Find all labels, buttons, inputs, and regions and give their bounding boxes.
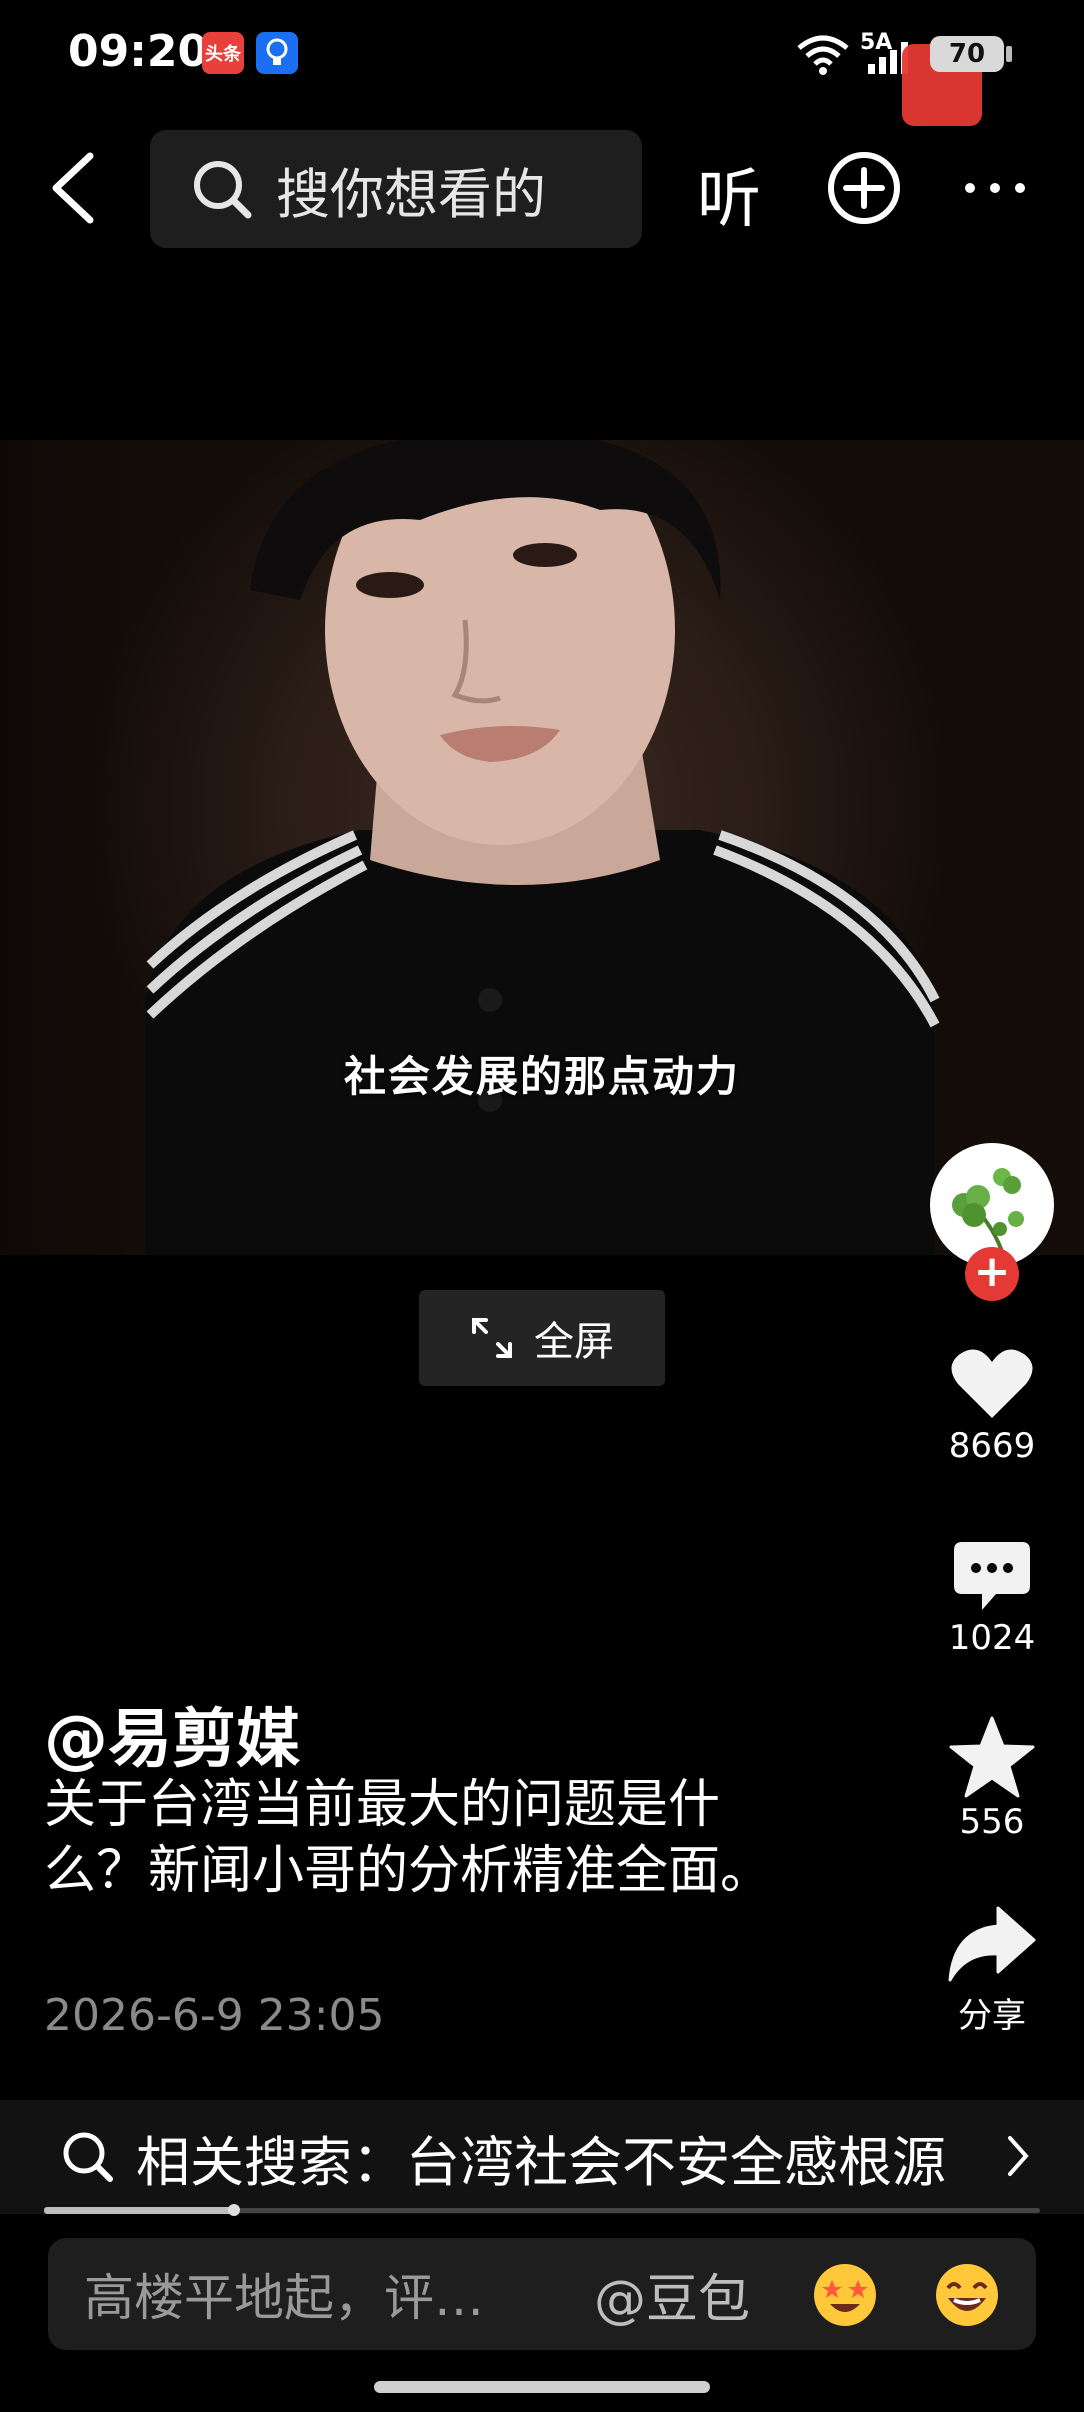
search-icon [190,157,254,221]
add-circle-icon[interactable] [826,150,902,230]
fullscreen-label: 全屏 [534,1319,614,1365]
like-count: 8669 [948,1426,1036,1466]
comment-input[interactable]: 高楼平地起，评… @豆包 [48,2238,1036,2350]
follow-plus-button[interactable]: + [965,1247,1019,1301]
home-indicator[interactable] [374,2381,710,2393]
video-player[interactable] [0,440,1084,1255]
comment-placeholder: 高楼平地起，评… [84,2269,484,2327]
star-icon [930,1716,1054,1802]
fullscreen-button[interactable]: 全屏 [419,1290,665,1386]
post-description: 关于台湾当前最大的问题是什么？新闻小哥的分析精准全面。 [44,1775,773,1901]
laughing-emoji-icon[interactable] [934,2262,1000,2332]
star-eyes-emoji-icon[interactable] [812,2262,878,2332]
status-time: 09:20 [68,26,209,77]
search-placeholder: 搜你想看的 [276,162,546,226]
expand-icon [470,1316,514,1360]
listen-button[interactable]: 听 [697,148,761,240]
search-icon [60,2129,116,2185]
toutiao-app-icon: 头条 [202,32,244,74]
search-input[interactable]: 搜你想看的 [150,130,642,248]
more-options-icon[interactable] [962,178,1028,202]
like-button[interactable]: 8669 [930,1346,1054,1466]
favorite-button[interactable]: 556 [930,1716,1054,1842]
comment-bubble-icon [930,1540,1054,1618]
video-progress-fill [44,2207,234,2214]
related-search-text: 相关搜索：台湾社会不安全感根源 [136,2130,946,2194]
video-subtitle: 社会发展的那点动力 [343,1052,740,1101]
battery-tip [1006,46,1012,62]
related-search-bar[interactable]: 相关搜索：台湾社会不安全感根源 [0,2100,1084,2214]
share-arrow-icon [930,1904,1054,1988]
wifi-icon [795,34,851,80]
video-progress-handle[interactable] [228,2204,240,2216]
comment-count: 1024 [948,1618,1036,1658]
author-name[interactable]: @易剪媒 [44,1688,300,1780]
lightbulb-app-icon [256,32,298,74]
post-date: 2026-6-9 23:05 [44,1990,385,2041]
mention-doubao-button[interactable]: @豆包 [594,2257,750,2332]
share-button[interactable]: 分享 [930,1904,1054,2037]
battery-indicator: 70 [930,36,1004,72]
share-label: 分享 [958,1996,1026,2036]
back-icon[interactable] [48,150,98,230]
comment-button[interactable]: 1024 [930,1540,1054,1658]
video-frame-person [145,440,940,1255]
chevron-right-icon [1006,2134,1030,2182]
favorite-count: 556 [959,1802,1025,1842]
heart-icon [930,1346,1054,1426]
